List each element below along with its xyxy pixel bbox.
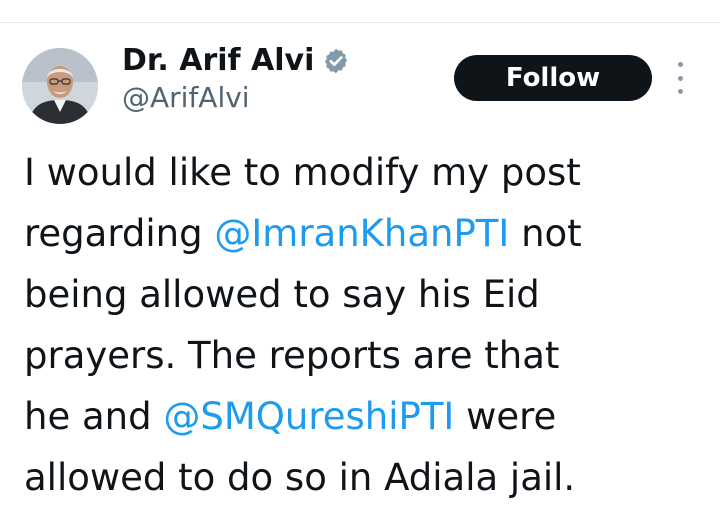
- more-vertical-icon[interactable]: [674, 62, 686, 94]
- tweet-line: prayers. The reports are that: [24, 325, 704, 386]
- tweet-text-segment: not: [509, 212, 582, 255]
- tweet-text-segment: I would like to modify my post: [24, 151, 581, 194]
- more-dot: [677, 75, 683, 81]
- tweet-line: allowed to do so in Adiala jail.: [24, 447, 704, 508]
- more-dot: [677, 89, 683, 94]
- avatar[interactable]: [22, 48, 98, 124]
- author-names: Dr. Arif Alvi @ArifAlvi: [122, 42, 350, 116]
- tweet-header: Dr. Arif Alvi @ArifAlvi Follow: [22, 40, 698, 130]
- author-handle[interactable]: @ArifAlvi: [122, 80, 350, 116]
- mention-link[interactable]: @SMQureshiPTI: [163, 395, 454, 438]
- tweet-text-segment: were: [454, 395, 557, 438]
- tweet-line: he and @SMQureshiPTI were: [24, 386, 704, 447]
- top-divider: [0, 22, 720, 23]
- tweet-line: I would like to modify my post: [24, 142, 704, 203]
- tweet-text-segment: allowed to do so in Adiala jail.: [24, 456, 576, 499]
- tweet-text-segment: he and: [24, 395, 164, 438]
- display-name-row: Dr. Arif Alvi: [122, 42, 350, 80]
- follow-button[interactable]: Follow: [454, 55, 652, 101]
- tweet-line: regarding @ImranKhanPTI not: [24, 203, 704, 264]
- mention-link[interactable]: @ImranKhanPTI: [214, 212, 509, 255]
- tweet-text: I would like to modify my post regarding …: [24, 142, 704, 508]
- tweet-text-segment: prayers. The reports are that: [24, 334, 560, 377]
- tweet-text-segment: being allowed to say his Eid: [24, 273, 540, 316]
- tweet-text-segment: regarding: [24, 212, 215, 255]
- more-dot: [677, 62, 683, 67]
- tweet-line: being allowed to say his Eid: [24, 264, 704, 325]
- verified-badge-icon: [322, 47, 350, 75]
- display-name[interactable]: Dr. Arif Alvi: [122, 42, 314, 80]
